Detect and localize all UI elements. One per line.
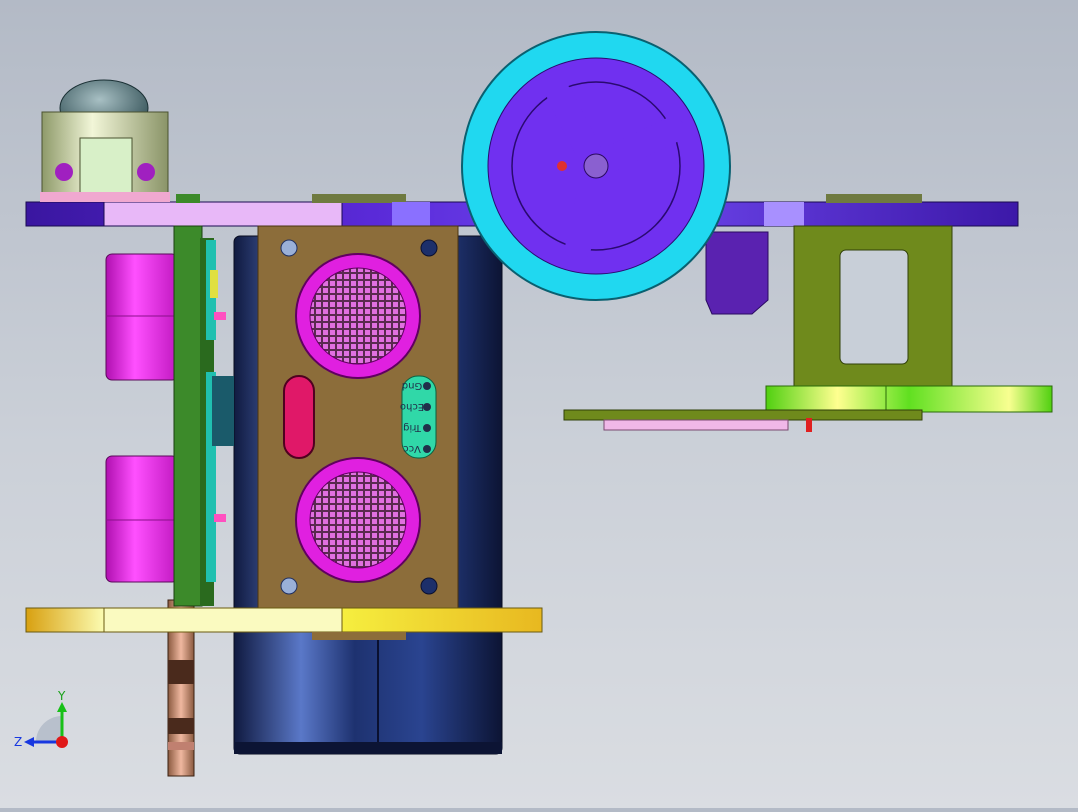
caster-ball: [40, 79, 170, 202]
side-transducers: [105, 253, 179, 583]
cad-viewport[interactable]: Gnd Echo Trig Vcc Y Z: [0, 0, 1078, 808]
triad-z-label: Z: [14, 735, 22, 749]
side-pcb: [173, 225, 234, 607]
orientation-triad: Y Z: [14, 689, 68, 749]
pin-label-echo: Echo: [400, 401, 424, 412]
ultrasonic-sensor: Gnd Echo Trig Vcc: [257, 225, 459, 611]
pin-label-gnd: Gnd: [402, 380, 422, 391]
triad-y-label: Y: [57, 689, 66, 703]
pin-label-vcc: Vcc: [403, 443, 421, 454]
pin-label-trig: Trig: [403, 422, 422, 433]
drive-wheel: [461, 31, 731, 301]
robot-model-drawing: Gnd Echo Trig Vcc Y Z: [14, 31, 1053, 777]
